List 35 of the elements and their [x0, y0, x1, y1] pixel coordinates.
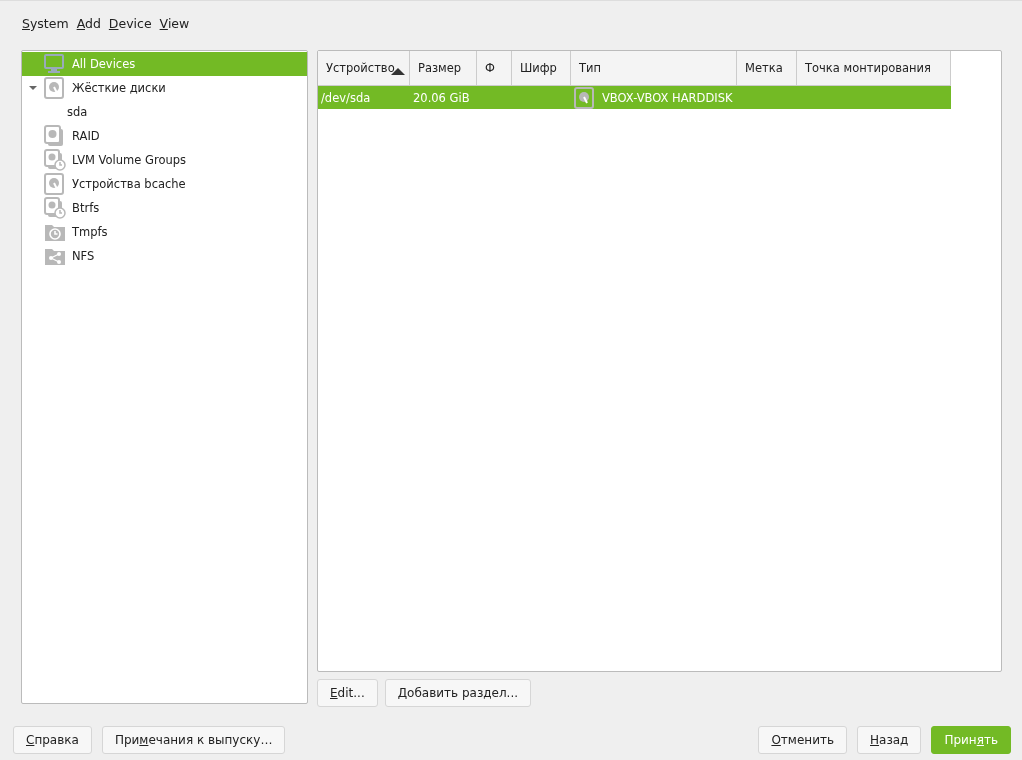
footer-button[interactable]: Назад	[857, 726, 922, 754]
menu-item[interactable]: Add	[76, 16, 101, 38]
table-cell: VBOX-VBOX HARDDISK	[602, 90, 733, 105]
column-header[interactable]: Ф	[477, 51, 512, 86]
disk-clock-icon	[44, 197, 66, 219]
menu-item[interactable]: View	[159, 16, 190, 38]
footer-button[interactable]: Примечания к выпуску…	[101, 726, 286, 754]
table-cell-text: /dev/sda	[320, 89, 372, 107]
tree-item[interactable]: RAID	[22, 124, 307, 148]
menu-item[interactable]: Device	[108, 16, 152, 38]
tree-item[interactable]: Жёсткие диски	[22, 76, 307, 100]
table-cell-text: 20.06 GiB	[412, 89, 471, 107]
folder-share-icon	[44, 246, 66, 266]
tree-item[interactable]: Btrfs	[22, 196, 307, 220]
footer-button[interactable]: Справка	[13, 726, 92, 754]
tree-item[interactable]: NFS	[22, 244, 307, 268]
tree-item[interactable]: sda	[22, 100, 307, 124]
folder-clock-icon	[44, 222, 66, 242]
tree-item[interactable]: LVM Volume Groups	[22, 148, 307, 172]
footer-button[interactable]: Отменить	[758, 726, 847, 754]
disk-clock-icon	[44, 149, 66, 171]
expander-icon[interactable]	[29, 84, 37, 92]
monitor-icon	[44, 54, 64, 74]
stacked-disks-icon	[44, 125, 64, 147]
column-header[interactable]: Устройство	[318, 51, 410, 86]
column-header[interactable]: Размер	[410, 51, 477, 86]
column-header[interactable]: Точка монтирования	[797, 51, 951, 86]
tree-item[interactable]: Tmpfs	[22, 220, 307, 244]
table-action-button[interactable]: Edit...	[317, 679, 378, 707]
column-header[interactable]: Шифр	[512, 51, 571, 86]
column-header[interactable]: Метка	[737, 51, 797, 86]
tree-item[interactable]: Устройства bcache	[22, 172, 307, 196]
table-action-button[interactable]: Добавить раздел...	[384, 679, 532, 707]
column-header[interactable]: Тип	[571, 51, 737, 86]
menu-item[interactable]: System	[22, 16, 69, 38]
